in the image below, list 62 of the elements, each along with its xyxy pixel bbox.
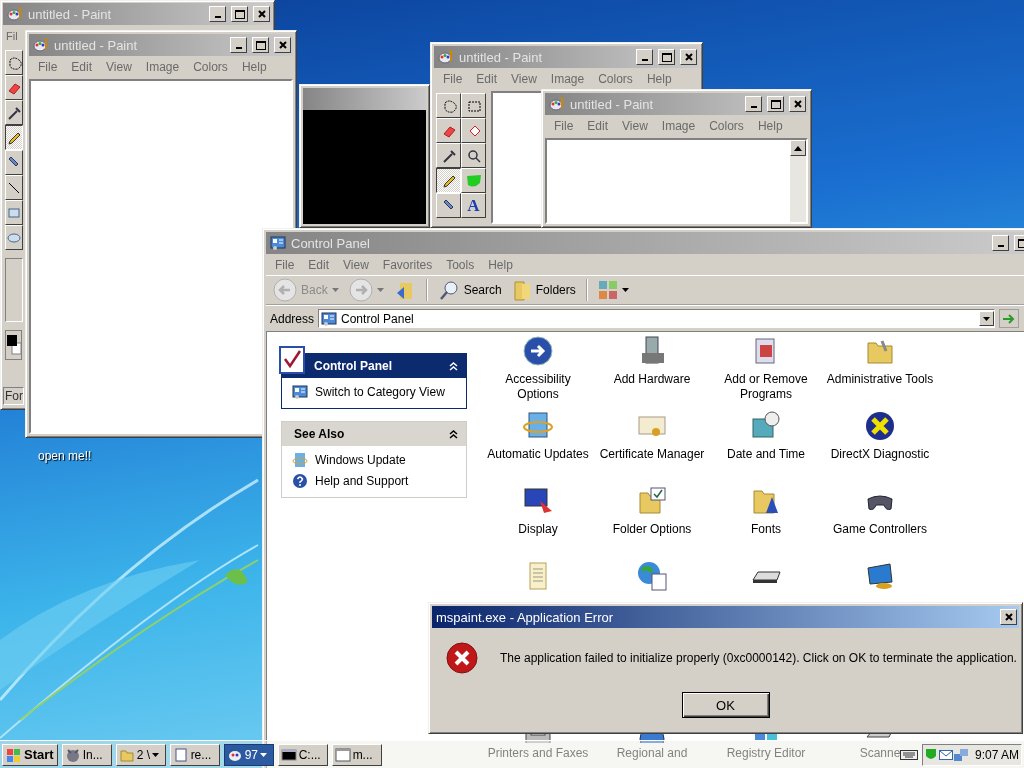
menu-item[interactable]: Tools — [439, 256, 482, 273]
item-label[interactable]: Add Hardware — [613, 372, 691, 387]
task-pane-header[interactable]: See Also — [282, 422, 466, 446]
window-title: untitled - Paint — [28, 6, 112, 22]
menu-item[interactable]: Help — [639, 70, 679, 87]
menu-item[interactable]: Favorites — [375, 256, 440, 273]
error-message: The application failed to initialize properly (0xc0000142). Click on OK to terminate the application. — [500, 651, 1017, 665]
item-label[interactable]: Printers and Faxes — [487, 746, 589, 761]
menu-item[interactable]: Edit — [64, 58, 100, 75]
search-button[interactable]: Search — [434, 277, 505, 303]
menu-item[interactable]: File — [436, 70, 470, 87]
menu-item[interactable]: File — [268, 256, 302, 273]
item-label[interactable]: Fonts — [751, 522, 781, 537]
item-label[interactable]: Regional and — [616, 746, 688, 761]
address-field[interactable]: Control Panel — [318, 309, 995, 328]
menu-item[interactable]: View — [99, 58, 139, 75]
task-link[interactable]: Help and Support — [315, 474, 409, 488]
status-text: For — [3, 387, 24, 405]
menu-item[interactable]: Help — [234, 58, 274, 75]
item-label[interactable]: Display — [518, 522, 558, 537]
tool-button[interactable]: A — [461, 193, 486, 218]
menu-item[interactable]: File — [547, 117, 581, 134]
start-button[interactable]: Start — [2, 743, 58, 766]
item-label[interactable]: Certificate Manager — [599, 447, 705, 462]
menu-item[interactable]: View — [336, 256, 376, 273]
window-title: untitled - Paint — [54, 37, 138, 53]
menu-item[interactable]: Image — [654, 117, 703, 134]
item-label[interactable]: Folder Options — [612, 522, 692, 537]
menu-item[interactable]: View — [615, 117, 655, 134]
item-label[interactable]: Accessibility Options — [483, 372, 593, 402]
menu-item[interactable]: Edit — [580, 117, 616, 134]
window-title: untitled - Paint — [570, 96, 654, 112]
item-label[interactable]: Scanne — [859, 746, 901, 761]
window-title: untitled - Paint — [459, 49, 543, 65]
task-link[interactable]: Switch to Category View — [315, 385, 445, 399]
clock: 9:07 AM — [974, 747, 1019, 762]
item-label[interactable]: Date and Time — [726, 447, 805, 462]
task-link[interactable]: Windows Update — [315, 453, 406, 467]
address-label: Address — [270, 311, 315, 326]
menu-item[interactable]: File — [31, 58, 65, 75]
ok-button[interactable]: OK — [681, 692, 770, 718]
item-label[interactable]: Add or Remove Programs — [711, 372, 821, 402]
menu-item[interactable]: View — [504, 70, 544, 87]
item-label[interactable]: Automatic Updates — [487, 447, 589, 462]
item-label[interactable]: Game Controllers — [833, 522, 927, 537]
menu-item[interactable]: Fil — [3, 28, 18, 43]
menu-item[interactable]: Help — [481, 256, 520, 273]
window-title: mspaint.exe - Application Error — [436, 609, 614, 625]
menu-item[interactable]: Image — [543, 70, 592, 87]
item-label[interactable]: DirectX Diagnostic — [830, 447, 930, 462]
menu-item[interactable]: Edit — [469, 70, 505, 87]
desktop-icon-label[interactable]: open me!! — [38, 449, 92, 463]
menu-item[interactable]: Colors — [186, 58, 235, 75]
menu-item[interactable]: Colors — [591, 70, 640, 87]
window-title: Control Panel — [291, 235, 370, 251]
menu-item[interactable]: Colors — [702, 117, 751, 134]
folders-button[interactable]: Folders — [508, 277, 579, 303]
item-label[interactable]: Registry Editor — [726, 746, 806, 761]
item-label[interactable]: Administrative Tools — [826, 372, 934, 387]
menu-item[interactable]: Edit — [301, 256, 337, 273]
menu-item[interactable]: Help — [750, 117, 790, 134]
menu-item[interactable]: Image — [138, 58, 187, 75]
